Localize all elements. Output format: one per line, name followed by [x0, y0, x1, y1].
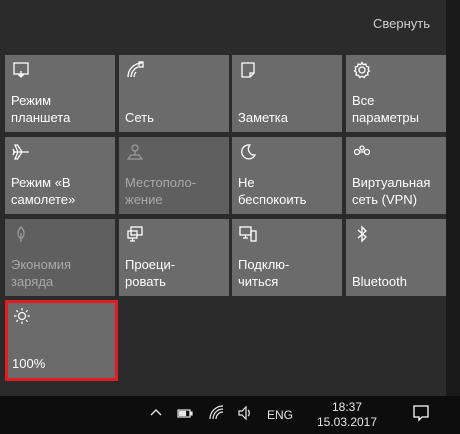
tile-label: Заметка	[238, 110, 288, 125]
show-hidden-icons-button[interactable]	[146, 396, 166, 434]
tile-all-settings[interactable]: Все параметры	[346, 55, 456, 132]
location-icon	[126, 143, 144, 161]
tile-airplane-mode[interactable]: Режим «В самолете»	[5, 137, 115, 214]
tile-battery-saver[interactable]: Экономия заряда	[5, 219, 115, 296]
action-center-panel: Свернуть Режим планшета Сеть Заметка Все…	[0, 0, 456, 396]
action-center-button[interactable]	[406, 396, 436, 434]
language-indicator[interactable]: ENG	[262, 396, 298, 434]
taskbar: ENG 18:37 15.03.2017	[0, 396, 460, 434]
vpn-icon	[353, 143, 371, 161]
network-icon	[126, 61, 144, 79]
tile-label: Сеть	[125, 110, 154, 125]
gear-icon	[353, 61, 371, 79]
tile-label: Режим «В самолете»	[11, 175, 76, 207]
project-icon	[126, 225, 144, 243]
tile-vpn[interactable]: Виртуальная сеть (VPN)	[346, 137, 456, 214]
tile-label: Виртуальная сеть (VPN)	[352, 175, 431, 207]
bluetooth-icon	[353, 225, 371, 243]
collapse-link[interactable]: Свернуть	[373, 16, 430, 31]
tile-do-not-disturb[interactable]: Не беспокоить	[232, 137, 342, 214]
brightness-icon	[13, 307, 31, 325]
chevron-up-icon	[148, 405, 164, 426]
battery-saver-icon	[12, 225, 30, 243]
tile-label: Местополо- жение	[125, 175, 197, 207]
network-tray-button[interactable]	[206, 396, 228, 434]
wifi-icon	[209, 404, 225, 426]
tile-label: Все параметры	[352, 93, 419, 125]
tile-location[interactable]: Местополо- жение	[119, 137, 229, 214]
brightness-value: 100%	[12, 356, 46, 371]
tile-connect[interactable]: Подклю- читься	[232, 219, 342, 296]
tile-bluetooth[interactable]: Bluetooth	[346, 219, 456, 296]
tile-label: Проеци- ровать	[125, 257, 176, 289]
tile-note[interactable]: Заметка	[232, 55, 342, 132]
clock-time: 18:37	[331, 400, 363, 414]
tile-tablet-mode[interactable]: Режим планшета	[5, 55, 115, 132]
connect-icon	[239, 225, 257, 243]
language-label: ENG	[266, 408, 293, 422]
notification-icon	[411, 403, 431, 428]
volume-tray-button[interactable]	[234, 396, 256, 434]
moon-icon	[239, 143, 257, 161]
airplane-icon	[12, 143, 30, 161]
tile-brightness[interactable]: 100%	[5, 300, 118, 381]
tile-network[interactable]: Сеть	[119, 55, 229, 132]
tile-label: Bluetooth	[352, 274, 407, 289]
tile-label: Подклю- читься	[238, 257, 290, 289]
tile-label: Режим планшета	[11, 93, 71, 125]
power-tray-button[interactable]	[172, 396, 198, 434]
battery-plug-icon	[177, 405, 193, 426]
scrollbar[interactable]	[446, 0, 460, 396]
tile-label: Не беспокоить	[238, 175, 307, 207]
tile-label: Экономия заряда	[11, 257, 72, 289]
clock-date: 15.03.2017	[316, 415, 378, 429]
tile-project[interactable]: Проеци- ровать	[119, 219, 229, 296]
note-icon	[239, 61, 257, 79]
speaker-icon	[237, 405, 253, 426]
clock[interactable]: 18:37 15.03.2017	[306, 396, 388, 434]
tablet-mode-icon	[12, 61, 30, 79]
